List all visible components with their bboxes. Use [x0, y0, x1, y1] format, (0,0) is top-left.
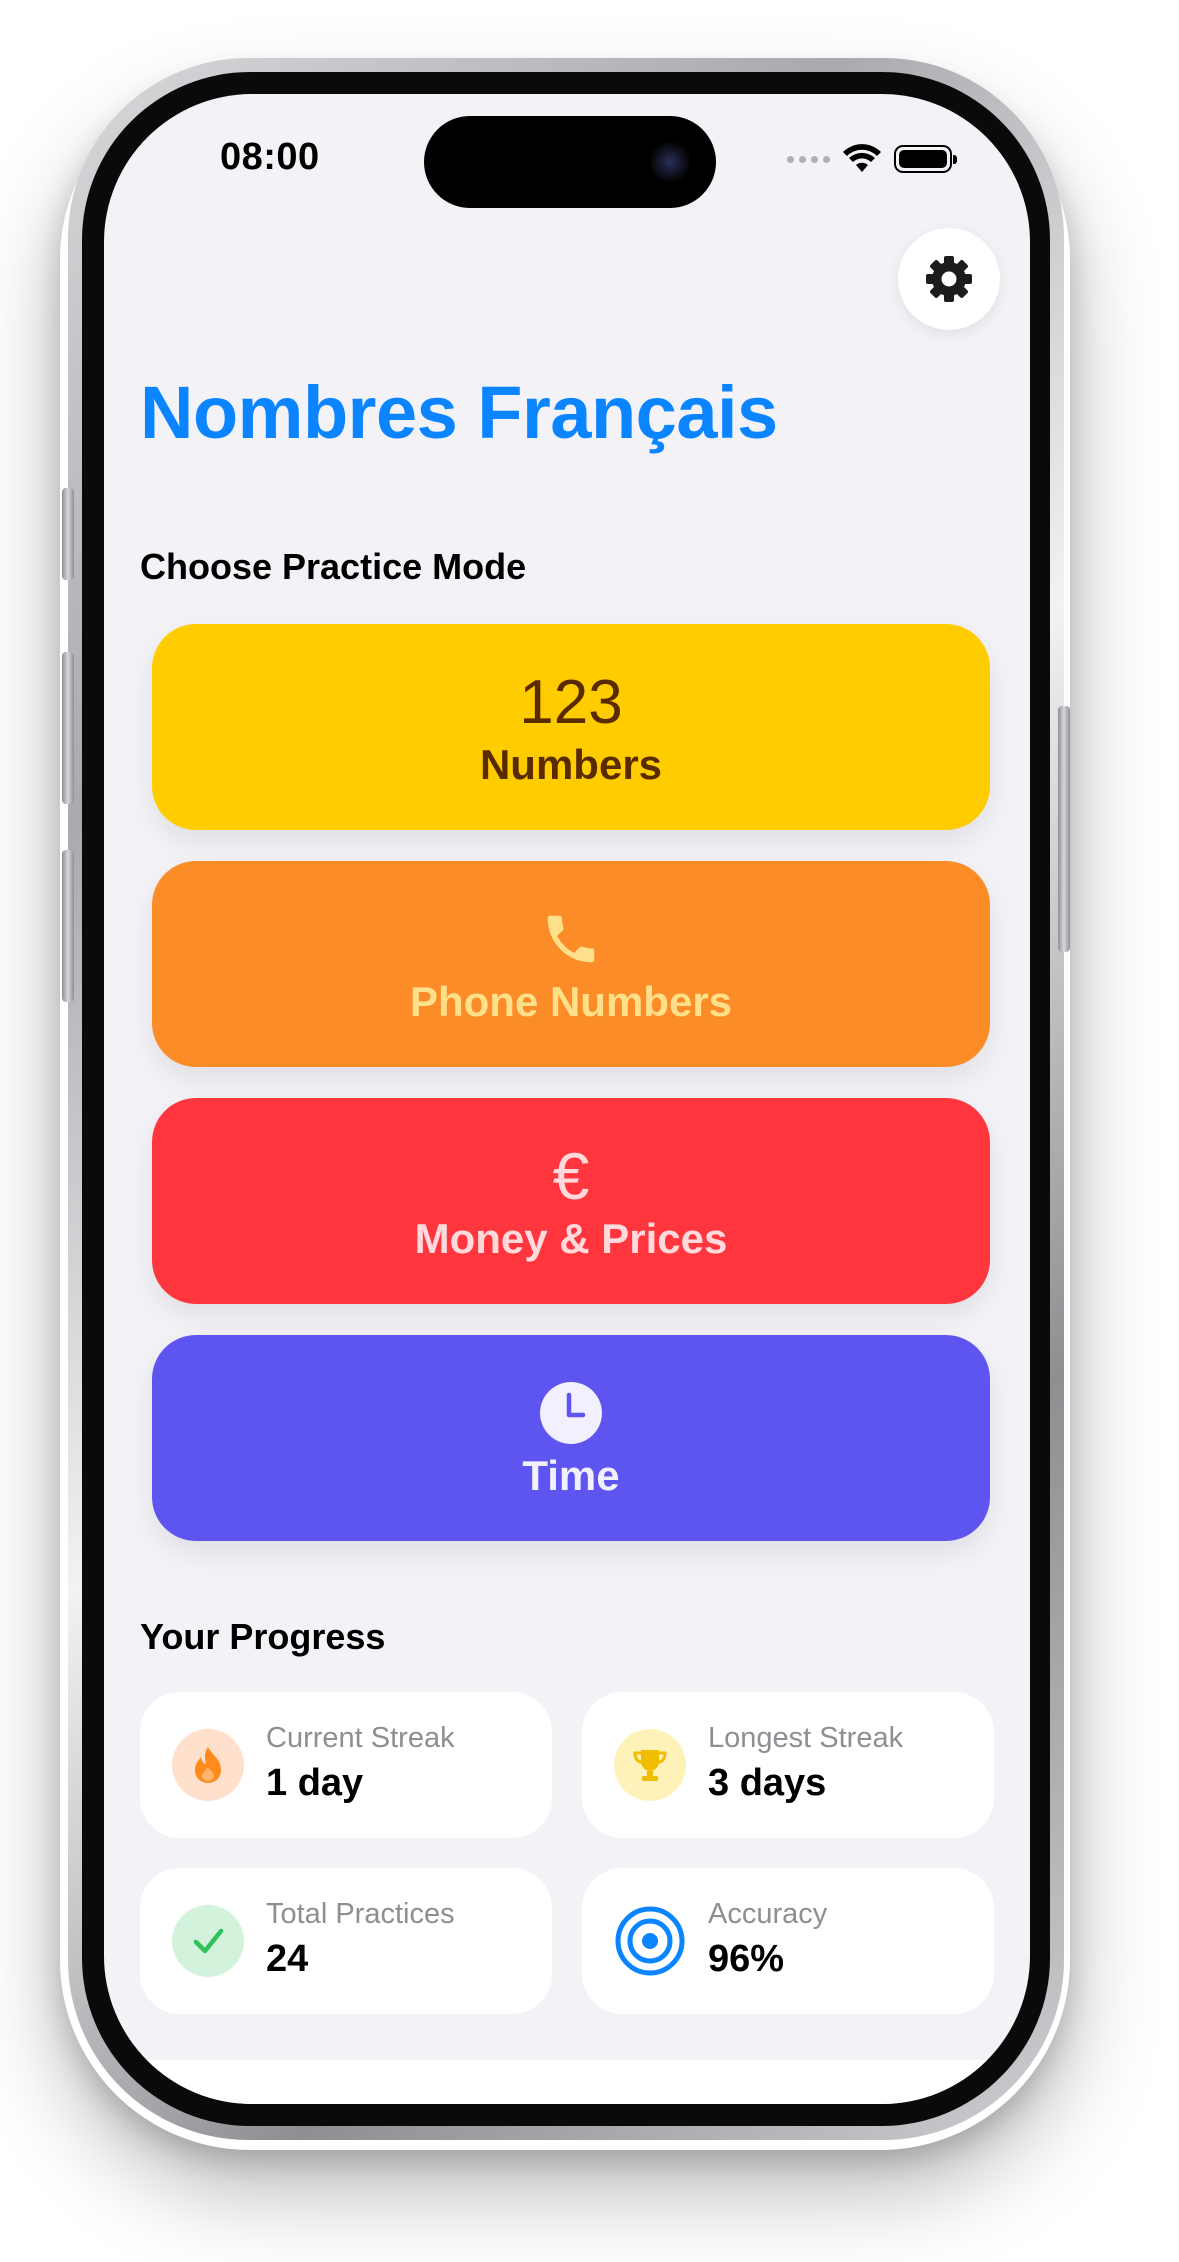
- gear-icon: [926, 256, 972, 302]
- phone-icon: [540, 902, 602, 976]
- stat-label: Total Practices: [266, 1898, 455, 1930]
- mode-card-money-prices[interactable]: € Money & Prices: [152, 1098, 990, 1304]
- clock-icon: [539, 1376, 603, 1450]
- euro-icon: €: [552, 1139, 590, 1213]
- checkmark-icon: [172, 1905, 244, 1977]
- cellular-signal-icon: [787, 155, 830, 163]
- volume-down-button: [62, 850, 74, 1002]
- camera-icon: [650, 142, 690, 182]
- stat-label: Accuracy: [708, 1898, 828, 1930]
- stat-card-current-streak: Current Streak 1 day: [140, 1692, 552, 1838]
- mode-label: Time: [522, 1452, 620, 1499]
- volume-up-button: [62, 652, 74, 804]
- app-screen: 08:00 Nombres Français Choose Practice M…: [104, 94, 1030, 2104]
- stat-value: 3 days: [708, 1762, 827, 1804]
- mode-card-numbers[interactable]: 123 Numbers: [152, 624, 990, 830]
- mode-card-phone-numbers[interactable]: Phone Numbers: [152, 861, 990, 1067]
- stat-label: Longest Streak: [708, 1722, 904, 1754]
- wifi-icon: [843, 144, 881, 172]
- power-button: [1058, 706, 1070, 952]
- mode-label: Money & Prices: [414, 1215, 728, 1262]
- stat-value: 24: [266, 1938, 309, 1980]
- mode-card-time[interactable]: Time: [152, 1335, 990, 1541]
- status-indicators: [787, 144, 957, 174]
- stat-card-total-practices: Total Practices 24: [140, 1868, 552, 2014]
- stat-card-longest-streak: Longest Streak 3 days: [582, 1692, 994, 1838]
- stat-value: 96%: [708, 1938, 785, 1980]
- stat-label: Current Streak: [266, 1722, 455, 1754]
- stat-card-accuracy: Accuracy 96%: [582, 1868, 994, 2014]
- practice-section-label: Choose Practice Mode: [140, 546, 527, 587]
- mode-label: Phone Numbers: [409, 978, 733, 1025]
- trophy-icon: [614, 1729, 686, 1801]
- settings-button[interactable]: [898, 228, 1000, 330]
- progress-section-label: Your Progress: [140, 1616, 386, 1657]
- mode-label: Numbers: [479, 741, 663, 788]
- bottom-sheet: [104, 2060, 1030, 2104]
- battery-icon: [894, 145, 957, 173]
- flame-icon: [172, 1729, 244, 1801]
- numbers-icon: 123: [519, 667, 623, 737]
- dynamic-island: [424, 116, 716, 208]
- target-icon: [614, 1905, 686, 1977]
- stat-value: 1 day: [266, 1762, 364, 1804]
- status-time: 08:00: [220, 136, 320, 178]
- action-button: [62, 488, 74, 580]
- page-title: Nombres Français: [140, 371, 778, 454]
